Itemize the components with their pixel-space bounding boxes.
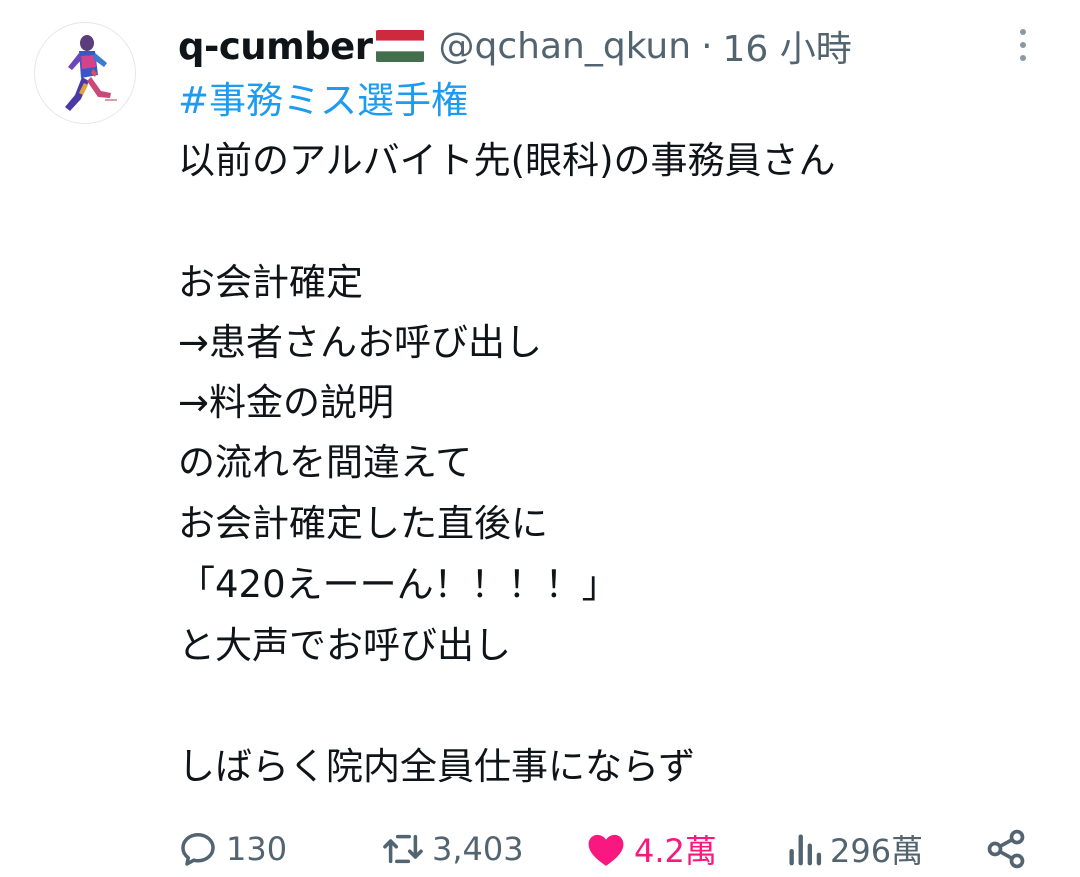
retweet-button[interactable]: 3,403 [380, 822, 524, 876]
tweet-text-line: 「420えーーん！！！！」 [178, 563, 619, 606]
share-button[interactable] [984, 822, 1028, 876]
user-handle[interactable]: @qchan_qkun [439, 26, 692, 67]
avatar-image [35, 23, 135, 123]
views-count: 296萬 [830, 832, 924, 870]
heart-icon [588, 834, 624, 866]
display-name[interactable]: q-cumber [178, 25, 373, 68]
share-icon [987, 829, 1025, 869]
tweet-text-line: お会計確定 [178, 261, 363, 304]
tweet-text-line: の流れを間違えて [178, 441, 473, 484]
reply-button[interactable]: 130 [176, 822, 287, 876]
timestamp[interactable]: 16 小時 [723, 20, 852, 72]
header-separator: · [701, 25, 713, 67]
avatar[interactable] [34, 22, 136, 124]
tweet-text-line: しばらく院内全員仕事にならず [178, 745, 696, 788]
hashtag-link[interactable]: #事務ミス選手権 [178, 76, 468, 126]
more-options-icon[interactable] [1008, 22, 1038, 68]
like-button[interactable]: 4.2萬 [584, 822, 717, 876]
tweet-text-line: 以前のアルバイト先(眼科)の事務員さん [178, 139, 836, 182]
tweet-text-line: と大声でお呼び出し [178, 624, 511, 667]
action-bar: 130 3,403 4.2萬 296萬 [0, 822, 1080, 876]
retweet-icon [383, 834, 423, 864]
tweet-text-line: お会計確定した直後に [178, 502, 548, 545]
tweet-text-line: →患者さんお呼び出し [178, 321, 543, 364]
views-icon [789, 834, 822, 866]
like-count: 4.2萬 [634, 832, 717, 870]
hungary-flag-icon [375, 30, 425, 62]
reply-count: 130 [226, 830, 288, 868]
tweet-header: q-cumber @qchan_qkun · 16 小時 [178, 18, 852, 74]
retweet-count: 3,403 [432, 830, 524, 868]
tweet-text-line: →料金の説明 [178, 381, 395, 424]
views-button[interactable]: 296萬 [784, 822, 923, 876]
reply-icon [181, 832, 215, 866]
tweet[interactable]: q-cumber @qchan_qkun · 16 小時 #事務ミス選手権 以前… [0, 0, 1080, 877]
